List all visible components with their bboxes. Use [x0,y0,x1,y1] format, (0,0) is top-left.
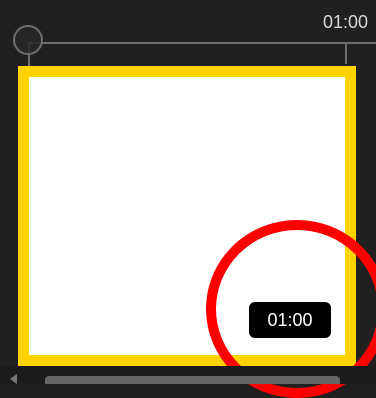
timeline-panel: 01:00 01:00 [0,0,376,398]
scrollbar-thumb[interactable] [45,376,340,384]
horizontal-scrollbar[interactable] [0,366,376,384]
playhead-icon[interactable] [13,25,43,55]
ruler-baseline [30,42,376,44]
timeline-ruler[interactable]: 01:00 [0,0,376,70]
clip-duration-badge[interactable]: 01:00 [249,302,331,338]
ruler-time-label: 01:00 [322,12,368,32]
chevron-left-icon[interactable] [10,374,17,384]
ruler-tick-marker [345,42,347,64]
